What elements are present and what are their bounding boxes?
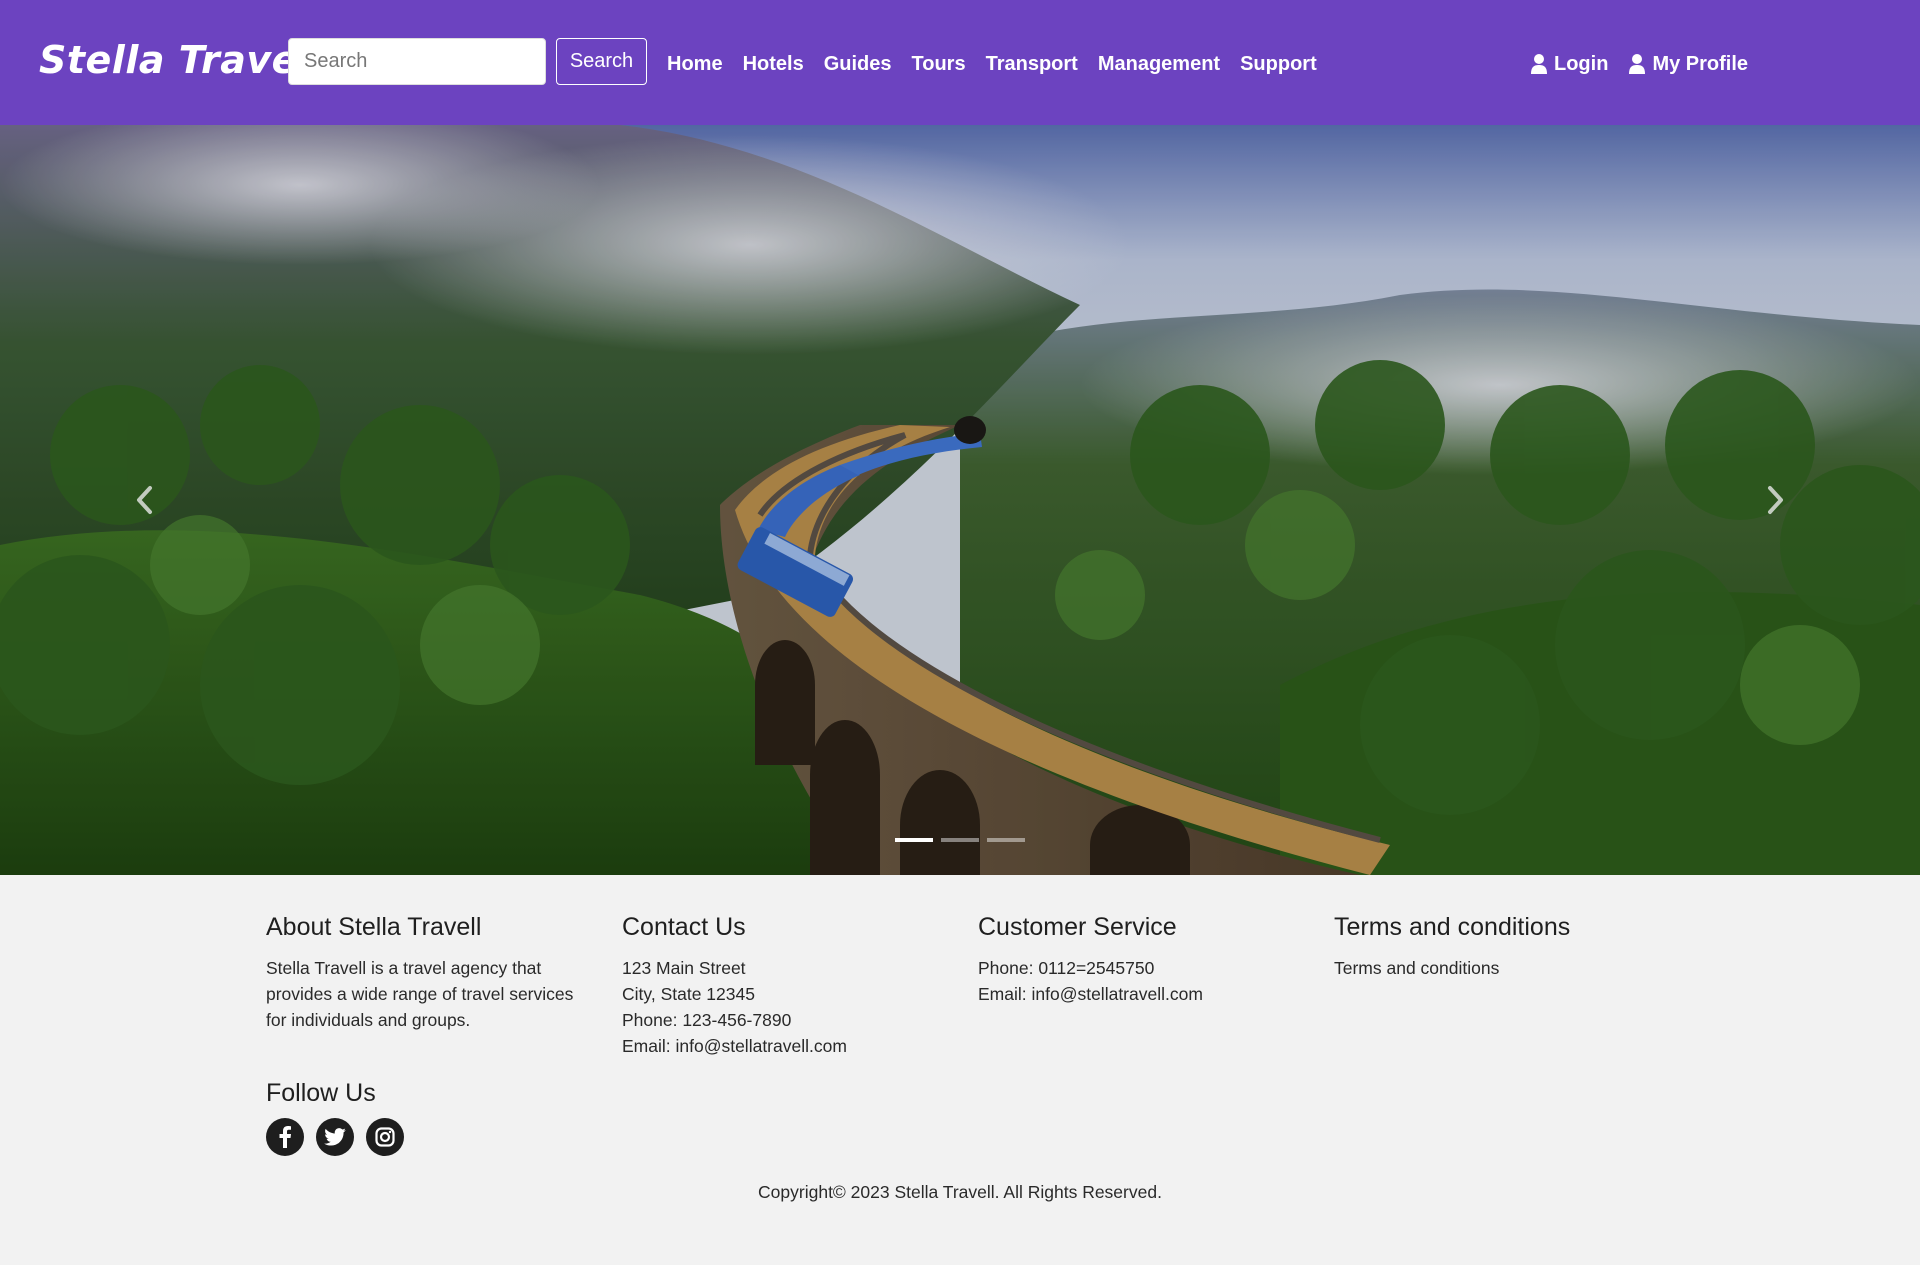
contact-city: City, State 12345 (622, 984, 755, 1004)
about-title: About Stella Travell (266, 913, 482, 941)
about-section: About Stella Travell Stella Travell is a… (266, 913, 586, 1033)
customer-service-phone: Phone: 0112=2545750 (978, 958, 1155, 978)
facebook-link[interactable] (266, 1118, 304, 1156)
instagram-icon (375, 1127, 395, 1147)
instagram-link[interactable] (366, 1118, 404, 1156)
copyright-text: Copyright© 2023 Stella Travell. All Righ… (758, 1182, 1162, 1202)
follow-us-section: Follow Us (266, 1079, 404, 1156)
user-icon (1629, 54, 1646, 74)
nav-link-hotels[interactable]: Hotels (743, 50, 804, 78)
top-navbar: Stella Travel Search Home Hotels Guides … (0, 0, 1920, 125)
my-profile-link[interactable]: My Profile (1628, 50, 1748, 78)
login-link[interactable]: Login (1530, 50, 1608, 78)
site-footer: About Stella Travell Stella Travell is a… (0, 875, 1920, 1265)
facebook-icon (279, 1126, 291, 1148)
twitter-link[interactable] (316, 1118, 354, 1156)
nav-link-tours[interactable]: Tours (912, 50, 966, 78)
hero-carousel (0, 125, 1920, 875)
main-nav: Home Hotels Guides Tours Transport Manag… (667, 50, 1317, 78)
search-input[interactable] (288, 38, 546, 85)
nav-link-transport[interactable]: Transport (986, 50, 1078, 78)
nav-link-management[interactable]: Management (1098, 50, 1220, 78)
customer-service-title: Customer Service (978, 913, 1177, 941)
contact-phone: Phone: 123-456-7890 (622, 1010, 792, 1030)
contact-section: Contact Us 123 Main Street City, State 1… (622, 913, 942, 1059)
follow-us-title: Follow Us (266, 1079, 376, 1107)
contact-title: Contact Us (622, 913, 746, 941)
about-text: Stella Travell is a travel agency that p… (266, 958, 574, 1030)
hero-slide-image (0, 125, 1920, 875)
carousel-indicator[interactable] (941, 838, 979, 842)
chevron-left-icon (137, 486, 152, 514)
carousel-next-button[interactable] (1745, 450, 1805, 550)
contact-email: Email: info@stellatravell.com (622, 1036, 847, 1056)
brand-logo[interactable]: Stella Travel (39, 38, 311, 82)
social-links (266, 1118, 404, 1156)
search-button[interactable]: Search (556, 38, 647, 85)
my-profile-label: My Profile (1652, 53, 1749, 75)
twitter-icon (324, 1128, 346, 1146)
contact-address: 123 Main Street (622, 958, 746, 978)
account-nav: Login My Profile (1530, 50, 1748, 78)
carousel-indicators (895, 838, 1025, 842)
user-icon (1531, 54, 1547, 74)
customer-service-section: Customer Service Phone: 0112=2545750 Ema… (978, 913, 1298, 1007)
nav-link-guides[interactable]: Guides (824, 50, 892, 78)
chevron-right-icon (1768, 486, 1783, 514)
terms-title: Terms and conditions (1334, 913, 1571, 941)
customer-service-email: Email: info@stellatravell.com (978, 984, 1203, 1004)
terms-link[interactable]: Terms and conditions (1334, 955, 1654, 981)
nav-link-home[interactable]: Home (667, 50, 723, 78)
terms-section: Terms and conditions Terms and condition… (1334, 913, 1654, 981)
nav-link-support[interactable]: Support (1240, 50, 1317, 78)
login-label: Login (1554, 53, 1609, 75)
carousel-indicator[interactable] (987, 838, 1025, 842)
carousel-prev-button[interactable] (115, 450, 175, 550)
carousel-indicator[interactable] (895, 838, 933, 842)
